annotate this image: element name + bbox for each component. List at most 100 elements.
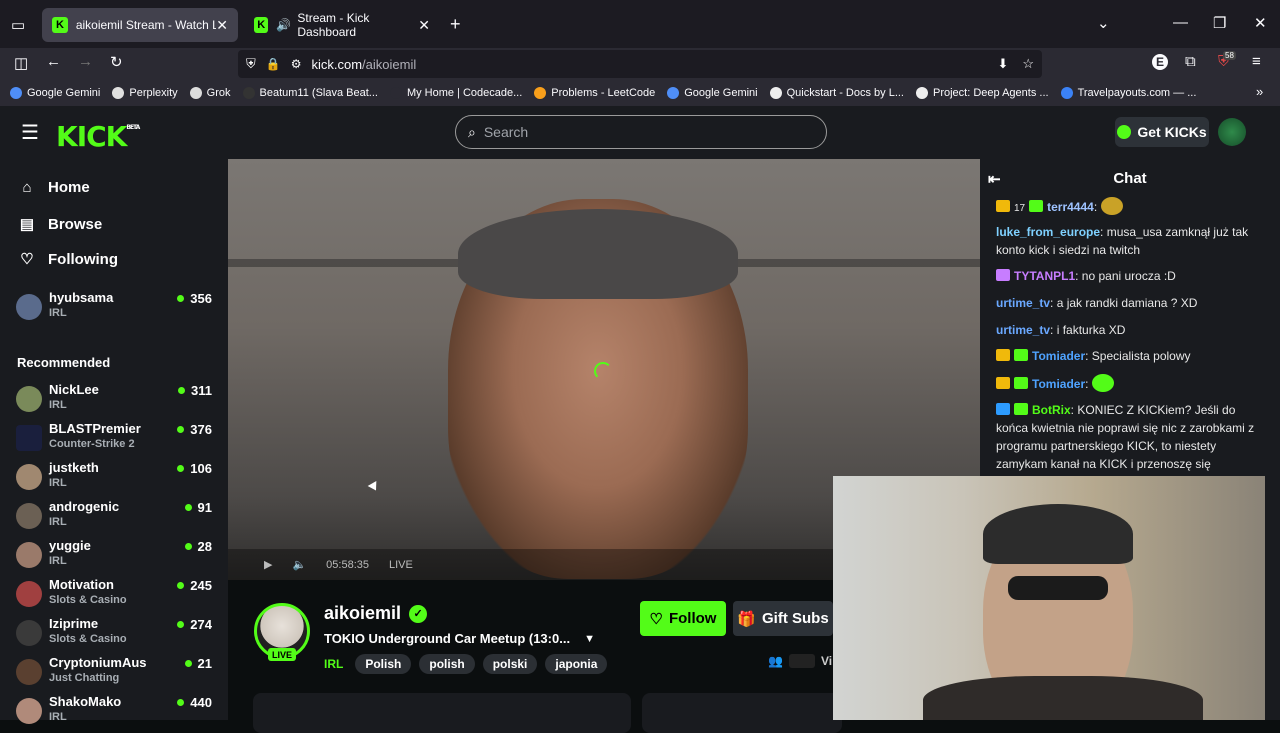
streamer-name[interactable]: aikoiemil ✓ xyxy=(324,603,428,624)
gift-subs-button[interactable]: 🎁 Gift Subs xyxy=(733,601,833,636)
channel-avatar xyxy=(16,386,42,412)
sidebar-channel[interactable]: ShakoMako IRL 440 xyxy=(16,694,216,730)
sidebar-channel[interactable]: androgenic IRL 91 xyxy=(16,499,216,535)
close-window-icon[interactable]: ✕ xyxy=(1254,14,1267,32)
bookmark-item[interactable]: Google Gemini xyxy=(10,87,100,99)
follow-button[interactable]: ♡ Follow xyxy=(640,601,726,636)
user-avatar[interactable] xyxy=(1218,118,1246,146)
chat-message: TYTANPL1: no pani urocza :D xyxy=(996,267,1268,285)
kicks-coin-icon xyxy=(1117,125,1132,139)
live-badge: LIVE xyxy=(268,648,296,661)
category-link[interactable]: IRL xyxy=(324,657,343,671)
sidebar-item-following[interactable]: ♡ Following xyxy=(18,250,118,269)
volume-icon[interactable]: 🔈 xyxy=(292,558,306,571)
sidebar-channel[interactable]: Motivation Slots & Casino 245 xyxy=(16,577,216,613)
bookmark-item[interactable]: Google Gemini xyxy=(667,87,758,99)
bookmark-item[interactable]: Project: Deep Agents ... xyxy=(916,87,1049,99)
search-icon: ⌕ xyxy=(468,123,476,140)
lock-icon[interactable]: 🔒 xyxy=(266,57,281,71)
tag-chip[interactable]: Polish xyxy=(355,654,412,674)
chat-header: ⇤ Chat xyxy=(988,169,1147,189)
purple-badge-icon xyxy=(996,269,1010,281)
play-icon[interactable]: ▶ xyxy=(264,558,272,571)
expand-chevron-icon[interactable]: ▼ xyxy=(584,633,595,645)
menu-icon[interactable]: ≡ xyxy=(1252,53,1261,70)
close-tab-icon[interactable]: ✕ xyxy=(216,17,228,34)
url-bar[interactable]: ⛨ 🔒 ⚙ kick.com /aikoiemil ⬇ ☆ xyxy=(238,50,1042,78)
sidebar-item-browse[interactable]: ▤ Browse xyxy=(18,215,102,234)
sidebar-channel[interactable]: justketh IRL 106 xyxy=(16,460,216,496)
sidebar-channel[interactable]: CryptoniumAus Just Chatting 21 xyxy=(16,655,216,691)
sunglasses xyxy=(1008,576,1108,600)
kick-logo[interactable]: KICKBETA xyxy=(56,120,140,153)
maximize-icon[interactable]: ❐ xyxy=(1213,14,1226,32)
verified-icon: ✓ xyxy=(409,604,428,623)
speaker-icon[interactable]: 🔊 xyxy=(276,18,291,32)
chat-message: 17 terr4444: xyxy=(996,197,1268,218)
crown-badge-icon xyxy=(996,349,1010,361)
bookmark-item[interactable]: Travelpayouts.com — ... xyxy=(1060,87,1196,99)
sidebar-channel[interactable]: hyubsama IRL 356 xyxy=(16,290,216,326)
tag-chip[interactable]: polish xyxy=(419,654,475,674)
verified-badge-icon xyxy=(1014,403,1028,415)
home-icon: ⌂ xyxy=(22,179,32,196)
extensions-puzzle-icon[interactable]: ⧉ xyxy=(1185,53,1196,70)
tab-kick-dashboard[interactable]: K 🔊 Stream - Kick Dashboard ✕ xyxy=(244,8,440,42)
channel-avatar xyxy=(16,581,42,607)
bookmark-item[interactable]: Grok xyxy=(189,87,231,99)
github-icon xyxy=(242,87,255,99)
search-input[interactable]: ⌕ Search xyxy=(455,115,827,149)
channel-avatar xyxy=(16,425,42,451)
about-card xyxy=(253,693,631,733)
tab-overview-icon[interactable]: ▭ xyxy=(11,16,25,34)
sidebar-channel[interactable]: Iziprime Slots & Casino 274 xyxy=(16,616,216,652)
save-to-pocket-icon[interactable]: ⬇ xyxy=(997,56,1008,72)
browser-nav-bar: ◫ ← → ↻ ⛨ 🔒 ⚙ kick.com /aikoiemil ⬇ ☆ E … xyxy=(0,48,1280,80)
sidebar-item-home[interactable]: ⌂ Home xyxy=(18,179,89,196)
minimize-icon[interactable]: — xyxy=(1173,14,1188,31)
permissions-icon[interactable]: ⚙ xyxy=(291,57,302,71)
bookmark-star-icon[interactable]: ☆ xyxy=(1022,56,1034,72)
tab-list-chevron-icon[interactable]: ⌄ xyxy=(1097,14,1110,32)
close-tab-icon[interactable]: ✕ xyxy=(418,17,430,34)
sidebar-channel[interactable]: yuggie IRL 28 xyxy=(16,538,216,574)
chat-message: Tomiader: xyxy=(996,374,1268,393)
chat-message: luke_from_europe: musa_usa zamknął już t… xyxy=(996,225,1249,257)
tab-title: Stream - Kick Dashboard xyxy=(297,11,370,39)
bookmark-item[interactable]: Problems - LeetCode xyxy=(534,87,655,99)
bot-badge-icon xyxy=(996,403,1010,415)
bookmark-item[interactable]: Perplexity xyxy=(112,87,178,99)
tag-chip[interactable]: polski xyxy=(482,654,538,674)
kick-favicon-icon: K xyxy=(52,17,68,33)
live-dot-icon xyxy=(177,426,185,433)
viewers-icon: 👥 xyxy=(768,654,783,668)
live-dot-icon xyxy=(184,660,192,667)
sidebar-toggle-icon[interactable]: ◫ xyxy=(14,54,28,72)
kick-header: ☰ KICKBETA ⌕ Search Get KICKs xyxy=(0,106,1280,159)
live-dot-icon xyxy=(177,582,185,589)
tag-chip[interactable]: japonia xyxy=(545,654,608,674)
shield-icon[interactable]: ⛨ xyxy=(246,56,256,72)
sidebar-channel[interactable]: NickLee IRL 311 xyxy=(16,382,216,418)
extension-e-icon[interactable]: E xyxy=(1152,54,1168,70)
back-icon[interactable]: ← xyxy=(46,53,61,70)
bookmark-item[interactable]: Quickstart - Docs by L... xyxy=(769,87,904,99)
stream-tags: IRL Polish polish polski japonia xyxy=(324,654,608,674)
reload-icon[interactable]: ↻ xyxy=(110,53,123,71)
new-tab-icon[interactable]: + xyxy=(450,14,461,35)
bookmark-item[interactable]: Beatum11 (Slava Beat... xyxy=(242,87,378,99)
kick-favicon-icon: K xyxy=(254,17,269,33)
forward-icon[interactable]: → xyxy=(78,53,93,70)
tab-aikoiemil-stream[interactable]: K aikoiemil Stream - Watch Live o ✕ xyxy=(42,8,238,42)
bookmark-item[interactable]: My Home | Codecade... xyxy=(389,87,522,99)
channel-avatar xyxy=(16,698,42,724)
live-dot-icon xyxy=(178,387,186,394)
collapse-chat-icon[interactable]: ⇤ xyxy=(988,170,1001,188)
hamburger-menu-icon[interactable]: ☰ xyxy=(21,120,39,145)
bookmarks-overflow-icon[interactable]: » xyxy=(1256,84,1263,99)
sidebar-channel[interactable]: BLASTPremier Counter-Strike 2 376 xyxy=(16,421,216,457)
chat-message: urtime_tv: i fakturka XD xyxy=(996,323,1126,337)
grok-icon xyxy=(189,87,202,99)
sidebar: ⌂ Home ▤ Browse ♡ Following hyubsama IRL 35… xyxy=(0,159,228,724)
get-kicks-button[interactable]: Get KICKs xyxy=(1115,117,1209,147)
